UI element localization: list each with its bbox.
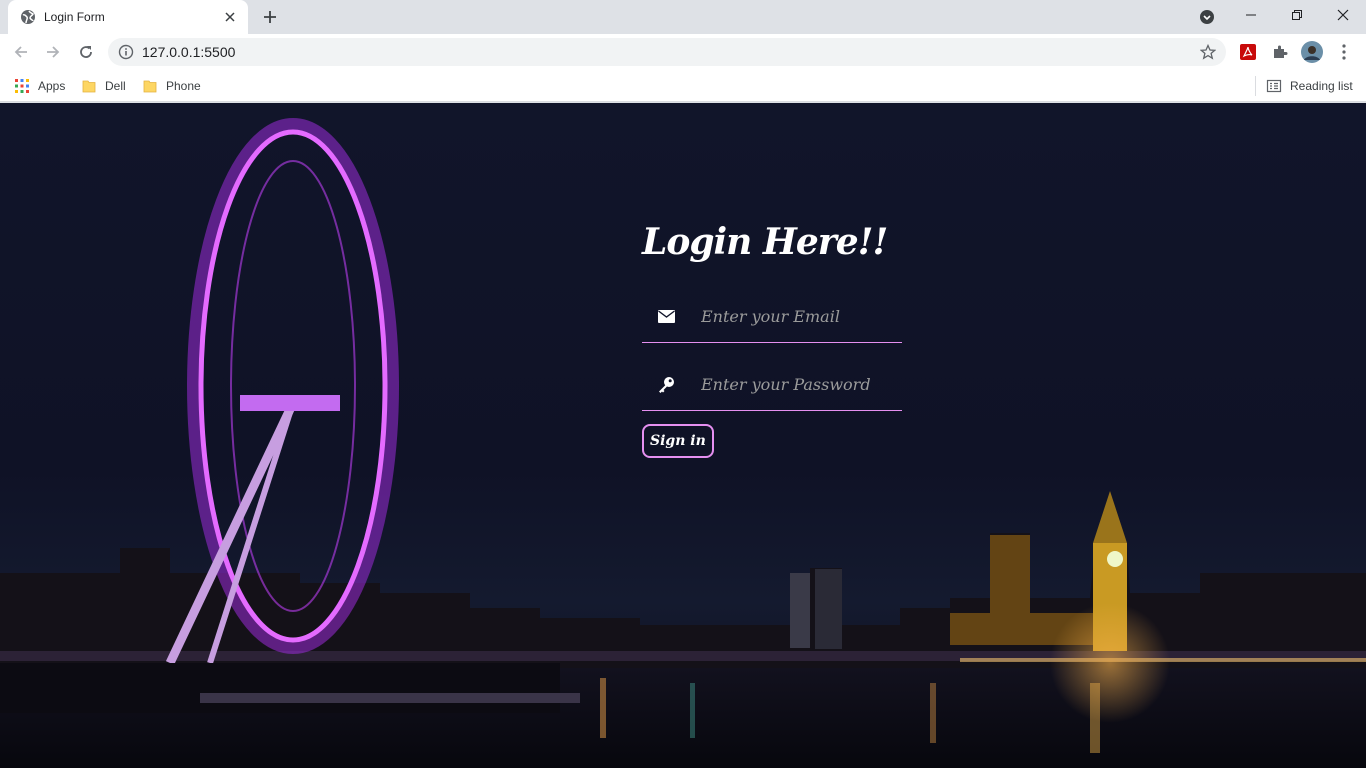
bookmark-label: Dell (105, 79, 126, 93)
folder-icon (81, 78, 97, 94)
reading-list-label: Reading list (1290, 79, 1353, 93)
forward-arrow-icon[interactable] (41, 40, 65, 64)
back-arrow-icon[interactable] (9, 40, 33, 64)
password-field-row (642, 359, 902, 411)
key-icon (657, 376, 675, 394)
bookmark-phone[interactable]: Phone (142, 76, 201, 96)
close-window-icon[interactable] (1320, 0, 1366, 30)
profile-avatar-icon[interactable] (1301, 41, 1323, 63)
new-tab-icon[interactable] (258, 6, 282, 28)
browser-menu-icon[interactable] (1334, 42, 1354, 62)
page-viewport: Login Here!! Sign in (0, 103, 1366, 768)
globe-icon (20, 9, 36, 25)
browser-toolbar: 127.0.0.1:5500 (0, 34, 1366, 70)
bookmark-dell[interactable]: Dell (81, 76, 126, 96)
bookmark-star-icon[interactable] (1199, 43, 1217, 60)
reading-list-button[interactable]: Reading list (1266, 76, 1353, 96)
sign-in-button[interactable]: Sign in (642, 424, 714, 458)
email-input[interactable] (701, 307, 896, 326)
bookmark-apps[interactable]: Apps (14, 76, 65, 96)
login-title: Login Here!! (642, 221, 888, 263)
extensions-puzzle-icon[interactable] (1270, 42, 1290, 62)
apps-grid-icon (14, 78, 30, 94)
minimize-icon[interactable] (1228, 0, 1274, 30)
bookmark-label: Phone (166, 79, 201, 93)
tab-search-icon[interactable] (1198, 8, 1216, 26)
reload-icon[interactable] (74, 40, 98, 64)
restore-icon[interactable] (1274, 0, 1320, 30)
address-url: 127.0.0.1:5500 (142, 44, 236, 60)
bookmarks-divider (1255, 76, 1256, 96)
tab-title: Login Form (44, 10, 105, 24)
envelope-icon (657, 308, 675, 326)
bookmarks-bar: Apps Dell Phone Reading list (0, 70, 1366, 102)
site-info-icon[interactable] (118, 44, 134, 60)
address-bar[interactable]: 127.0.0.1:5500 (108, 38, 1226, 66)
bookmark-label: Apps (38, 79, 66, 93)
password-input[interactable] (701, 375, 896, 394)
login-form: Login Here!! Sign in (642, 221, 902, 458)
browser-tab[interactable]: Login Form (8, 0, 248, 34)
folder-icon (142, 78, 158, 94)
reading-list-icon (1266, 78, 1282, 94)
tab-strip: Login Form (0, 0, 1366, 34)
email-field-row (642, 291, 902, 343)
close-tab-icon[interactable] (222, 9, 238, 25)
pdf-extension-icon[interactable] (1238, 42, 1258, 62)
